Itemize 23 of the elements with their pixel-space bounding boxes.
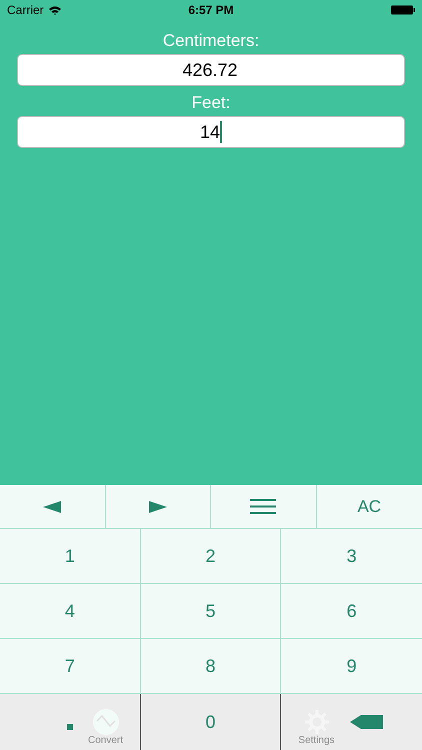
status-time: 6:57 PM bbox=[188, 2, 234, 19]
battery-icon bbox=[391, 5, 415, 15]
field-label: Feet: bbox=[190, 92, 232, 114]
number-key[interactable]: 4 bbox=[0, 584, 141, 639]
input-field[interactable]: 426.72 bbox=[17, 54, 405, 86]
right-arrow-icon bbox=[148, 500, 167, 512]
number-key[interactable]: 0 bbox=[140, 694, 282, 750]
backspace-icon bbox=[350, 715, 384, 729]
left-arrow-icon bbox=[43, 500, 62, 512]
number-key[interactable]: 3 bbox=[281, 529, 422, 584]
menu-icon bbox=[250, 499, 276, 514]
wave-icon bbox=[92, 709, 118, 735]
number-key[interactable]: 1 bbox=[0, 529, 141, 584]
number-key[interactable]: 6 bbox=[281, 584, 422, 639]
input-field[interactable]: 14 bbox=[17, 116, 405, 148]
number-key[interactable]: 2 bbox=[140, 529, 282, 584]
number-key[interactable]: 5 bbox=[140, 584, 282, 639]
backspace-key[interactable] bbox=[281, 694, 422, 750]
tab-label[interactable]: Convert bbox=[88, 735, 123, 747]
field-label: Centimeters: bbox=[162, 30, 260, 52]
carrier-name: Carrier bbox=[7, 2, 44, 19]
tab-label[interactable]: Settings bbox=[298, 735, 335, 747]
wifi-icon bbox=[48, 5, 62, 15]
